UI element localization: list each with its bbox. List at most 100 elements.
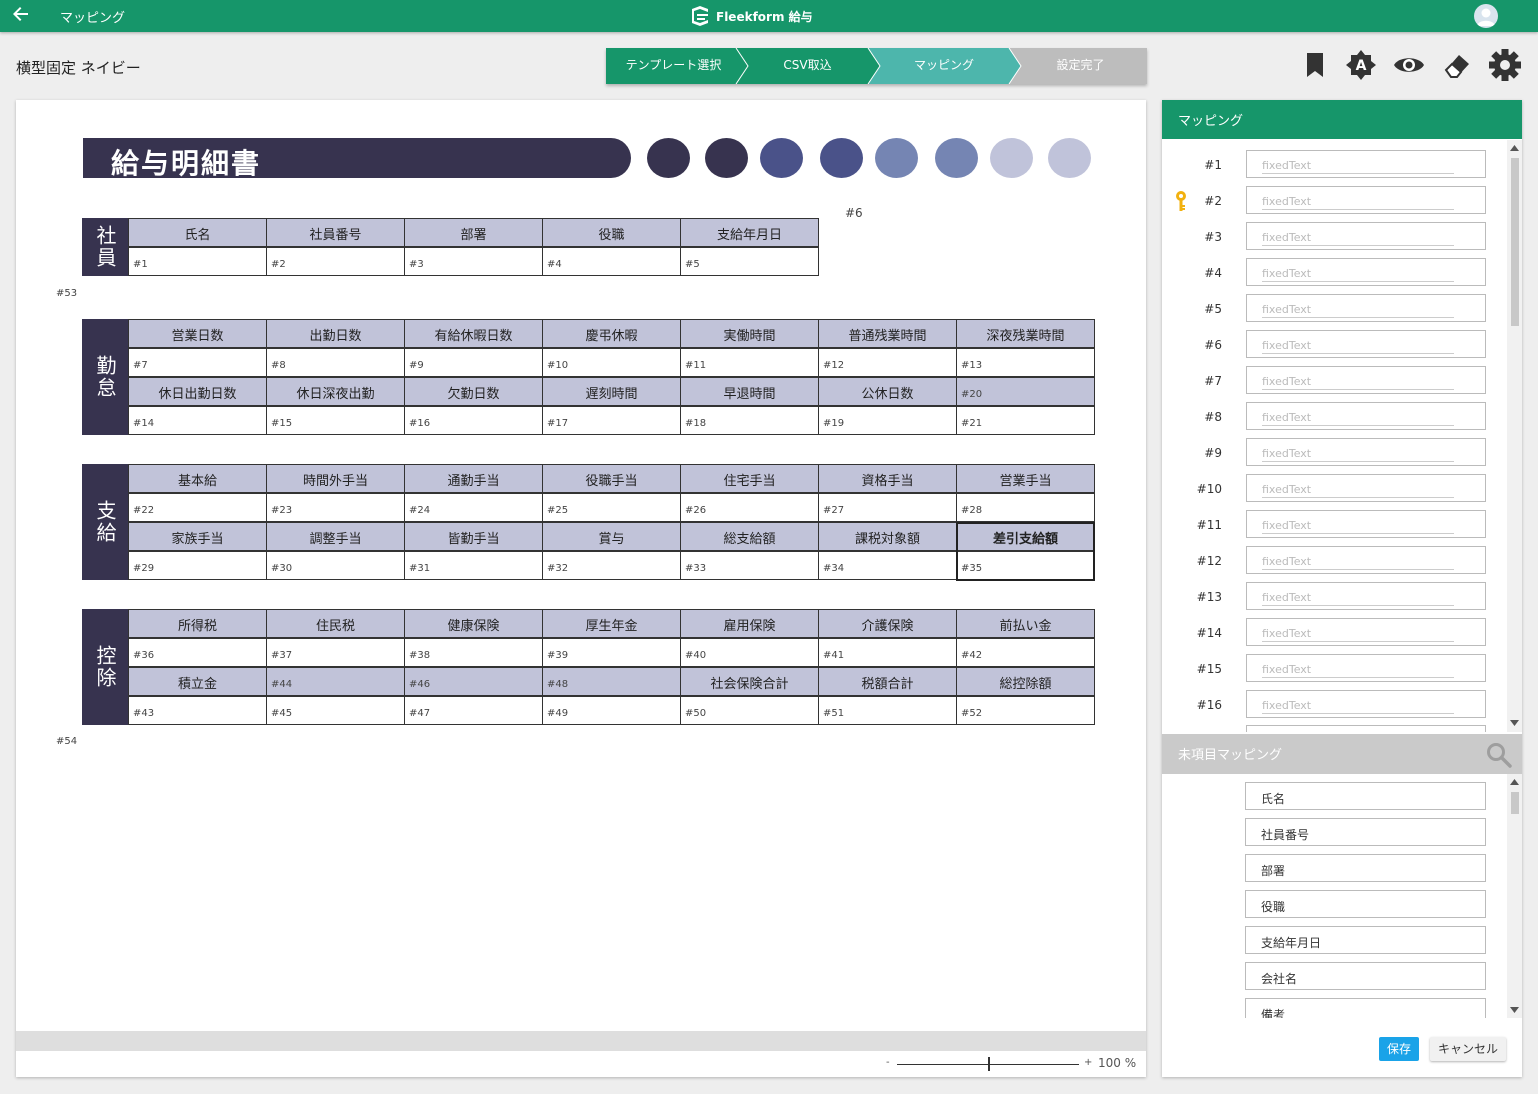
header-cell-payment[interactable]: 役職手当 (542, 464, 681, 493)
mapping-list-scrollbar[interactable] (1507, 140, 1522, 732)
value-cell-attendance[interactable]: #11 (680, 348, 819, 377)
header-cell-deduction[interactable]: #44 (266, 667, 405, 696)
mapping-field-input[interactable]: fixedText (1246, 294, 1486, 322)
header-cell-employee[interactable]: 部署 (404, 218, 543, 247)
search-icon[interactable] (1486, 742, 1512, 768)
header-cell-attendance[interactable]: #20 (956, 377, 1095, 406)
header-cell-deduction[interactable]: 税額合計 (818, 667, 957, 696)
eraser-icon[interactable] (1440, 48, 1474, 82)
value-cell-employee[interactable]: #5 (680, 247, 819, 276)
mapping-field-input[interactable]: fixedText (1246, 330, 1486, 358)
back-arrow-icon[interactable] (10, 5, 32, 27)
header-cell-attendance[interactable]: 欠勤日数 (404, 377, 543, 406)
header-cell-payment[interactable]: 賞与 (542, 522, 681, 551)
unmapped-item[interactable]: 支給年月日 (1245, 926, 1486, 954)
mapping-field-input[interactable]: fixedText (1246, 618, 1486, 646)
value-cell-deduction[interactable]: #42 (956, 638, 1095, 667)
value-cell-attendance[interactable]: #9 (404, 348, 543, 377)
value-cell-deduction[interactable]: #51 (818, 696, 957, 725)
value-cell-deduction[interactable]: #41 (818, 638, 957, 667)
value-cell-payment[interactable]: #30 (266, 551, 405, 580)
value-cell-deduction[interactable]: #39 (542, 638, 681, 667)
unmapped-item[interactable]: 氏名 (1245, 782, 1486, 810)
value-cell-attendance[interactable]: #16 (404, 406, 543, 435)
save-button[interactable]: 保存 (1379, 1037, 1419, 1061)
header-cell-employee[interactable]: 社員番号 (266, 218, 405, 247)
unmapped-item[interactable]: 社員番号 (1245, 818, 1486, 846)
scroll-down-icon[interactable] (1510, 1007, 1519, 1013)
unmapped-item[interactable]: 備考 (1245, 998, 1486, 1018)
header-cell-attendance[interactable]: 公休日数 (818, 377, 957, 406)
value-cell-payment[interactable]: #23 (266, 493, 405, 522)
header-cell-attendance[interactable]: 遅刻時間 (542, 377, 681, 406)
value-cell-deduction[interactable]: #45 (266, 696, 405, 725)
value-cell-deduction[interactable]: #47 (404, 696, 543, 725)
header-cell-payment[interactable]: 調整手当 (266, 522, 405, 551)
value-cell-payment[interactable]: #31 (404, 551, 543, 580)
header-cell-payment[interactable]: 基本給 (128, 464, 267, 493)
value-cell-attendance[interactable]: #12 (818, 348, 957, 377)
header-cell-payment[interactable]: 時間外手当 (266, 464, 405, 493)
value-cell-payment[interactable]: #25 (542, 493, 681, 522)
marker-53[interactable]: #53 (56, 288, 77, 299)
bookmark-icon[interactable] (1298, 48, 1332, 82)
header-cell-attendance[interactable]: 慶弔休暇 (542, 319, 681, 348)
header-cell-deduction[interactable]: 住民税 (266, 609, 405, 638)
header-cell-deduction[interactable]: 健康保険 (404, 609, 543, 638)
mapping-field-input[interactable]: fixedText (1246, 582, 1486, 610)
header-cell-payment[interactable]: 通勤手当 (404, 464, 543, 493)
header-cell-attendance[interactable]: 深夜残業時間 (956, 319, 1095, 348)
value-cell-attendance[interactable]: #18 (680, 406, 819, 435)
step-template-select[interactable]: テンプレート選択 (606, 48, 741, 84)
unmapped-item[interactable]: 部署 (1245, 854, 1486, 882)
mapping-field-input[interactable]: fixedText (1246, 366, 1486, 394)
mapping-field-input[interactable]: fixedText (1246, 510, 1486, 538)
step-settings-complete[interactable]: 設定完了 (1014, 48, 1147, 84)
mapping-field-input[interactable]: fixedText (1246, 222, 1486, 250)
zoom-in-button[interactable]: + (1084, 1057, 1092, 1068)
value-cell-attendance[interactable]: #10 (542, 348, 681, 377)
unmapped-item[interactable]: 会社名 (1245, 962, 1486, 990)
value-cell-deduction[interactable]: #37 (266, 638, 405, 667)
value-cell-employee[interactable]: #3 (404, 247, 543, 276)
value-cell-payment[interactable]: #33 (680, 551, 819, 580)
brightness-auto-icon[interactable]: A (1344, 48, 1378, 82)
value-cell-attendance[interactable]: #14 (128, 406, 267, 435)
header-cell-deduction[interactable]: 総控除額 (956, 667, 1095, 696)
value-cell-payment[interactable]: #28 (956, 493, 1095, 522)
header-cell-deduction[interactable]: #48 (542, 667, 681, 696)
value-cell-employee[interactable]: #1 (128, 247, 267, 276)
value-cell-attendance[interactable]: #15 (266, 406, 405, 435)
header-cell-attendance[interactable]: 休日出勤日数 (128, 377, 267, 406)
header-cell-payment[interactable]: 皆勤手当 (404, 522, 543, 551)
value-cell-attendance[interactable]: #7 (128, 348, 267, 377)
unmapped-item[interactable]: 役職 (1245, 890, 1486, 918)
scroll-up-icon[interactable] (1510, 145, 1519, 151)
mapping-field-input[interactable]: fixedText (1246, 186, 1486, 214)
value-cell-deduction[interactable]: #50 (680, 696, 819, 725)
header-cell-attendance[interactable]: 休日深夜出勤 (266, 377, 405, 406)
value-cell-deduction[interactable]: #36 (128, 638, 267, 667)
step-mapping[interactable]: マッピング (874, 48, 1014, 84)
value-cell-attendance[interactable]: #8 (266, 348, 405, 377)
header-cell-deduction[interactable]: 雇用保険 (680, 609, 819, 638)
scroll-up-icon[interactable] (1510, 779, 1519, 785)
header-cell-attendance[interactable]: 出勤日数 (266, 319, 405, 348)
value-cell-deduction[interactable]: #43 (128, 696, 267, 725)
header-cell-employee[interactable]: 支給年月日 (680, 218, 819, 247)
value-cell-payment[interactable]: #27 (818, 493, 957, 522)
user-avatar-icon[interactable] (1474, 4, 1498, 28)
mapping-field-input[interactable]: fixedText (1246, 258, 1486, 286)
header-cell-deduction[interactable]: #46 (404, 667, 543, 696)
header-cell-deduction[interactable]: 介護保険 (818, 609, 957, 638)
header-cell-payment[interactable]: 家族手当 (128, 522, 267, 551)
value-cell-attendance[interactable]: #19 (818, 406, 957, 435)
header-cell-deduction[interactable]: 積立金 (128, 667, 267, 696)
step-csv-import[interactable]: CSV取込 (741, 48, 874, 84)
header-cell-attendance[interactable]: 普通残業時間 (818, 319, 957, 348)
header-cell-attendance[interactable]: 営業日数 (128, 319, 267, 348)
value-cell-payment[interactable]: #32 (542, 551, 681, 580)
value-cell-payment[interactable]: #22 (128, 493, 267, 522)
value-cell-attendance[interactable]: #17 (542, 406, 681, 435)
header-cell-deduction[interactable]: 社会保険合計 (680, 667, 819, 696)
